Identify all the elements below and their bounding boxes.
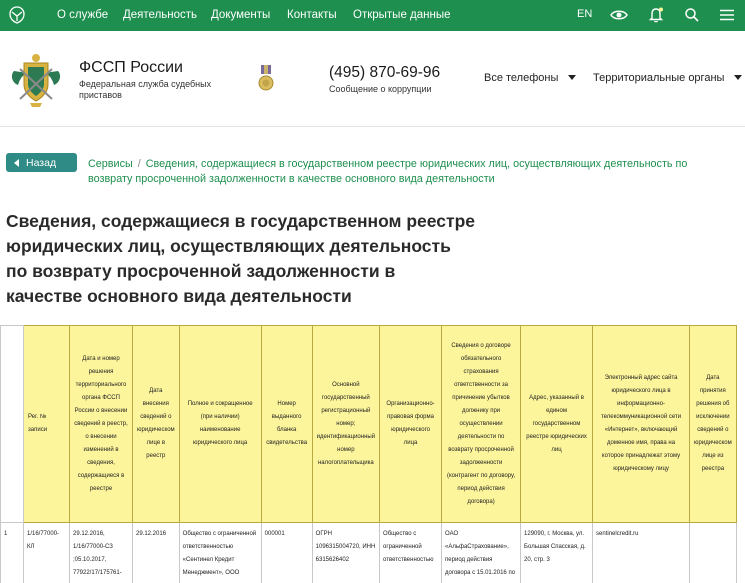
column-header-index [0,325,24,523]
registry-table-container[interactable]: Рег. № записи Дата и номер решения терри… [0,325,745,583]
nav-link-open-data[interactable]: Открытые данные [353,8,451,22]
medal-icon [258,65,274,91]
table-cell-exclusion-date [689,522,737,583]
nav-link-documents[interactable]: Документы [211,8,270,22]
table-cell-address: 129090, г. Москва, ул. Большая Спасская,… [520,522,594,583]
breadcrumb: Сервисы / Сведения, содержащиеся в государ… [88,157,728,187]
top-navbar: О службе Деятельность Документы Контакты… [0,0,745,31]
chevron-down-icon [568,75,577,80]
bell-icon[interactable] [647,6,665,24]
arrow-left-icon [14,158,19,167]
table-row: 1 1/16/77000-КЛ 29.12.2016, 1/16/77000-С… [0,522,737,583]
language-switch[interactable]: EN [577,8,592,20]
column-header-decision: Дата и номер решения территориального ор… [69,325,133,523]
nav-link-contacts[interactable]: Контакты [287,8,337,22]
table-header-row: Рег. № записи Дата и номер решения терри… [0,325,737,523]
org-name: ФССП России [79,59,183,76]
table-cell-ogrn-inn: ОГРН 1096315004720, ИНН 6315626402 [311,522,381,583]
breadcrumb-services[interactable]: Сервисы [88,158,133,170]
breadcrumb-current[interactable]: Сведения, содержащиеся в государственном… [88,158,687,185]
regions-dropdown[interactable]: Территориальные органы [593,72,743,84]
fssp-emblem-icon[interactable] [6,4,28,26]
table-cell-website[interactable]: sentinelcredit.ru [592,522,691,583]
regions-dropdown-label: Территориальные органы [593,72,725,84]
column-header-address: Адрес, указанный в едином государственно… [520,325,594,523]
nav-link-about[interactable]: О службе [57,8,108,22]
column-header-legal-form: Организационно-правовая форма юридическо… [379,325,443,523]
menu-icon[interactable] [718,6,736,24]
back-button-label: Назад [26,156,57,169]
site-header: ФССП России Федеральная служба судебных … [0,31,745,127]
table-cell-decision: 29.12.2016, 1/16/77000-СЗ ;05.10.2017, 7… [69,522,133,583]
table-cell-legal-form: Общество с ограниченной ответственностью [379,522,443,583]
eye-icon[interactable] [610,6,628,24]
column-header-exclusion-date: Дата принятия решения об исключении свед… [689,325,737,523]
table-cell-certificate: 000001 [260,522,313,583]
breadcrumb-separator: / [137,158,141,170]
hotline-caption: Сообщение о коррупции [329,84,432,94]
column-header-website: Электронный адрес сайта юридического лиц… [592,325,691,523]
search-icon[interactable] [683,6,701,24]
column-header-ogrn-inn: Основной государственный регистрационный… [311,325,381,523]
table-cell-company-name: Общество с ограниченной ответственностью… [178,522,262,583]
phones-dropdown[interactable]: Все телефоны [484,72,577,84]
column-header-insurance: Сведения о договоре обязательного страхо… [441,325,522,523]
nav-link-activity[interactable]: Деятельность [123,8,197,22]
chevron-down-icon [734,75,743,80]
column-header-reg-number: Рег. № записи [23,325,70,523]
table-cell-insurance: ОАО «АльфаСтрахование», период действия … [441,522,522,583]
hotline-phone[interactable]: (495) 870-69-96 [329,64,440,82]
back-button[interactable]: Назад [6,153,77,172]
column-header-certificate: Номер выданного бланка свидетельства [260,325,313,523]
phones-dropdown-label: Все телефоны [484,72,559,84]
table-cell-index: 1 [0,522,24,583]
column-header-company-name: Полное и сокращенное (при наличии) наиме… [178,325,262,523]
table-cell-reg-number: 1/16/77000-КЛ [23,522,70,583]
column-header-entry-date: Дата внесения сведений о юридическом лиц… [132,325,180,523]
table-cell-entry-date: 29.12.2016 [132,522,180,583]
fssp-eagle-logo-icon[interactable] [8,51,64,109]
registry-table: Рег. № записи Дата и номер решения терри… [0,325,737,583]
page-title: Сведения, содержащиеся в государственном… [6,211,475,306]
org-subtitle: Федеральная служба судебных приставов [79,79,212,100]
